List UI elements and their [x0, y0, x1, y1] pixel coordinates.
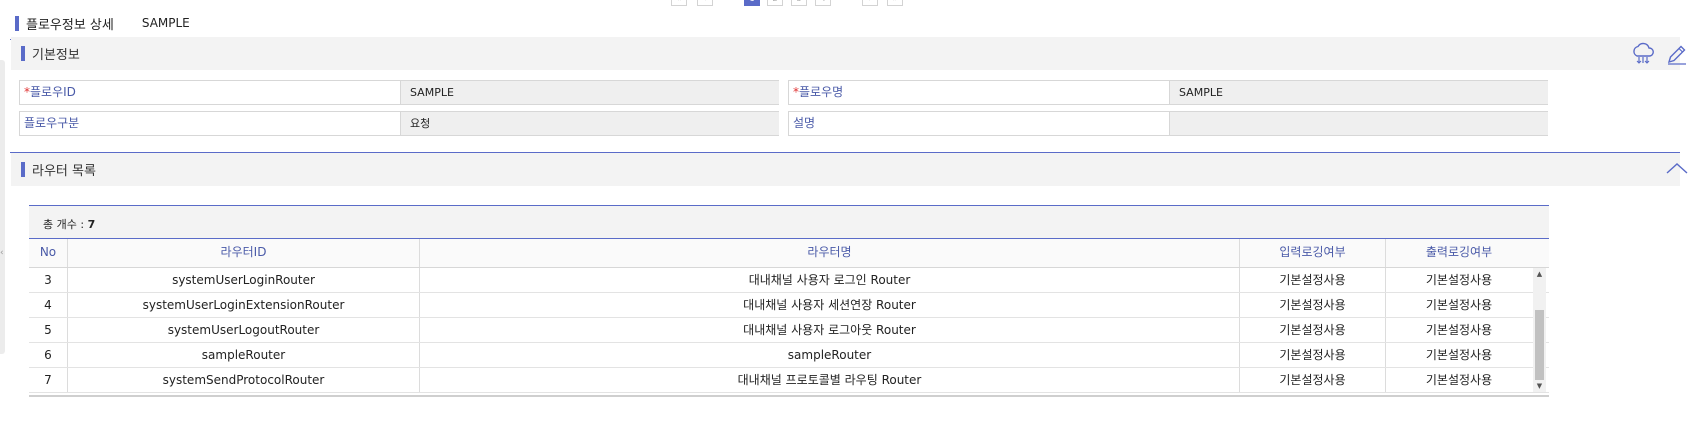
count-bar: 총 개수 : 7 — [29, 205, 1549, 238]
edit-pencil-icon[interactable] — [1664, 41, 1690, 67]
basic-info-header: 기본정보 — [11, 37, 1686, 70]
cell-router-name: 대내채널 프로토콜별 라우팅 Router — [420, 368, 1240, 392]
flow-id-label-text: 플로우ID — [30, 85, 76, 99]
flow-name-label-text: 플로우명 — [799, 85, 844, 99]
table-row[interactable]: 4 systemUserLoginExtensionRouter 대내채널 사용… — [29, 293, 1549, 318]
cell-router-id: systemUserLogoutRouter — [68, 318, 420, 342]
flow-type-field: 플로우구분 요청 — [19, 111, 779, 136]
cloud-deploy-icon[interactable] — [1630, 41, 1656, 67]
page-button-2[interactable]: 2 — [767, 0, 783, 6]
router-list-header: 라우터 목록 — [11, 153, 1688, 186]
scroll-down-arrow-icon[interactable]: ▼ — [1533, 380, 1546, 392]
table-row[interactable]: 7 systemSendProtocolRouter 대내채널 프로토콜별 라우… — [29, 368, 1549, 393]
collapse-arrow-icon[interactable]: ‹ — [0, 248, 4, 258]
page-header: 플로우정보 상세 SAMPLE — [15, 14, 190, 33]
cell-output-logging: 기본설정사용 — [1425, 348, 1493, 362]
column-header-router-name[interactable]: 라우터명 — [420, 239, 1240, 267]
cell-router-name: 대내채널 사용자 세션연장 Router — [420, 293, 1240, 317]
column-header-router-id[interactable]: 라우터ID — [68, 239, 420, 267]
first-page-button[interactable]: « — [671, 0, 687, 6]
table-row[interactable]: 3 systemUserLoginRouter 대내채널 사용자 로그인 Rou… — [29, 268, 1549, 293]
cell-no: 3 — [29, 268, 68, 292]
cell-input-logging: 기본설정사용 — [1240, 268, 1386, 292]
table-body: 3 systemUserLoginRouter 대내채널 사용자 로그인 Rou… — [29, 268, 1549, 397]
cell-input-logging: 기본설정사용 — [1240, 368, 1386, 392]
cell-no: 7 — [29, 368, 68, 392]
cell-input-logging: 기본설정사용 — [1240, 293, 1386, 317]
prev-page-button[interactable]: ‹ — [697, 0, 713, 6]
cell-router-id: systemSendProtocolRouter — [68, 368, 420, 392]
cell-output-logging: 기본설정사용 — [1425, 298, 1493, 312]
collapse-chevron-up-icon[interactable] — [1664, 156, 1690, 182]
column-header-no[interactable]: No — [29, 239, 68, 267]
title-marker — [15, 15, 19, 31]
cell-no: 4 — [29, 293, 68, 317]
cell-router-name: sampleRouter — [420, 343, 1240, 367]
next-page-button[interactable]: › — [862, 0, 878, 6]
flow-id-field: *플로우ID SAMPLE — [19, 80, 779, 105]
cell-output-logging: 기본설정사용 — [1425, 273, 1493, 287]
router-table: 총 개수 : 7 No 라우터ID 라우터명 입력로깅여부 출력로깅여부 3 s… — [29, 205, 1549, 397]
last-page-button[interactable]: » — [887, 0, 903, 6]
column-header-output-logging[interactable]: 출력로깅여부 — [1386, 239, 1532, 267]
cell-output-logging: 기본설정사용 — [1425, 323, 1493, 337]
flow-type-label: 플로우구분 — [24, 116, 80, 130]
cell-router-id: systemUserLoginRouter — [68, 268, 420, 292]
description-label: 설명 — [793, 116, 816, 130]
table-header: No 라우터ID 라우터명 입력로깅여부 출력로깅여부 — [29, 238, 1549, 268]
description-field: 설명 — [788, 111, 1548, 136]
flow-id-value[interactable]: SAMPLE — [400, 81, 779, 104]
left-panel-edge[interactable] — [0, 60, 5, 354]
cell-input-logging: 기본설정사용 — [1240, 318, 1386, 342]
column-header-input-logging[interactable]: 입력로깅여부 — [1240, 239, 1386, 267]
total-count-value: 7 — [87, 218, 96, 231]
cell-router-name: 대내채널 사용자 로그아웃 Router — [420, 318, 1240, 342]
cell-input-logging: 기본설정사용 — [1240, 343, 1386, 367]
cell-no: 6 — [29, 343, 68, 367]
section-marker — [21, 162, 25, 177]
section-marker — [21, 46, 25, 61]
cell-output-logging: 기본설정사용 — [1425, 373, 1493, 387]
flow-name-field: *플로우명 SAMPLE — [788, 80, 1548, 105]
scroll-up-arrow-icon[interactable]: ▲ — [1533, 268, 1546, 280]
table-scrollbar[interactable]: ▲ ▼ — [1533, 268, 1546, 392]
page-title: 플로우정보 상세 — [26, 17, 114, 33]
table-row[interactable]: 6 sampleRouter sampleRouter 기본설정사용 기본설정사… — [29, 343, 1549, 368]
cell-router-id: systemUserLoginExtensionRouter — [68, 293, 420, 317]
table-row[interactable]: 5 systemUserLogoutRouter 대내채널 사용자 로그아웃 R… — [29, 318, 1549, 343]
router-list-title: 라우터 목록 — [32, 164, 96, 179]
flow-type-value[interactable]: 요청 — [400, 112, 779, 135]
description-value[interactable] — [1169, 112, 1548, 135]
cell-no: 5 — [29, 318, 68, 342]
total-count-label: 총 개수 : — [43, 218, 88, 231]
page-subtitle: SAMPLE — [141, 16, 190, 30]
flow-id-label: *플로우ID — [20, 81, 76, 104]
flow-name-value[interactable]: SAMPLE — [1169, 81, 1548, 104]
page-button-4[interactable]: 4 — [815, 0, 831, 6]
basic-info-title: 기본정보 — [32, 48, 80, 63]
total-count: 총 개수 : 7 — [43, 216, 95, 232]
flow-name-label: *플로우명 — [789, 81, 843, 104]
scrollbar-thumb[interactable] — [1535, 310, 1544, 380]
cell-router-id: sampleRouter — [68, 343, 420, 367]
page-button-3[interactable]: 3 — [791, 0, 807, 6]
page-button-1[interactable]: 1 — [744, 0, 760, 6]
cell-router-name: 대내채널 사용자 로그인 Router — [420, 268, 1240, 292]
